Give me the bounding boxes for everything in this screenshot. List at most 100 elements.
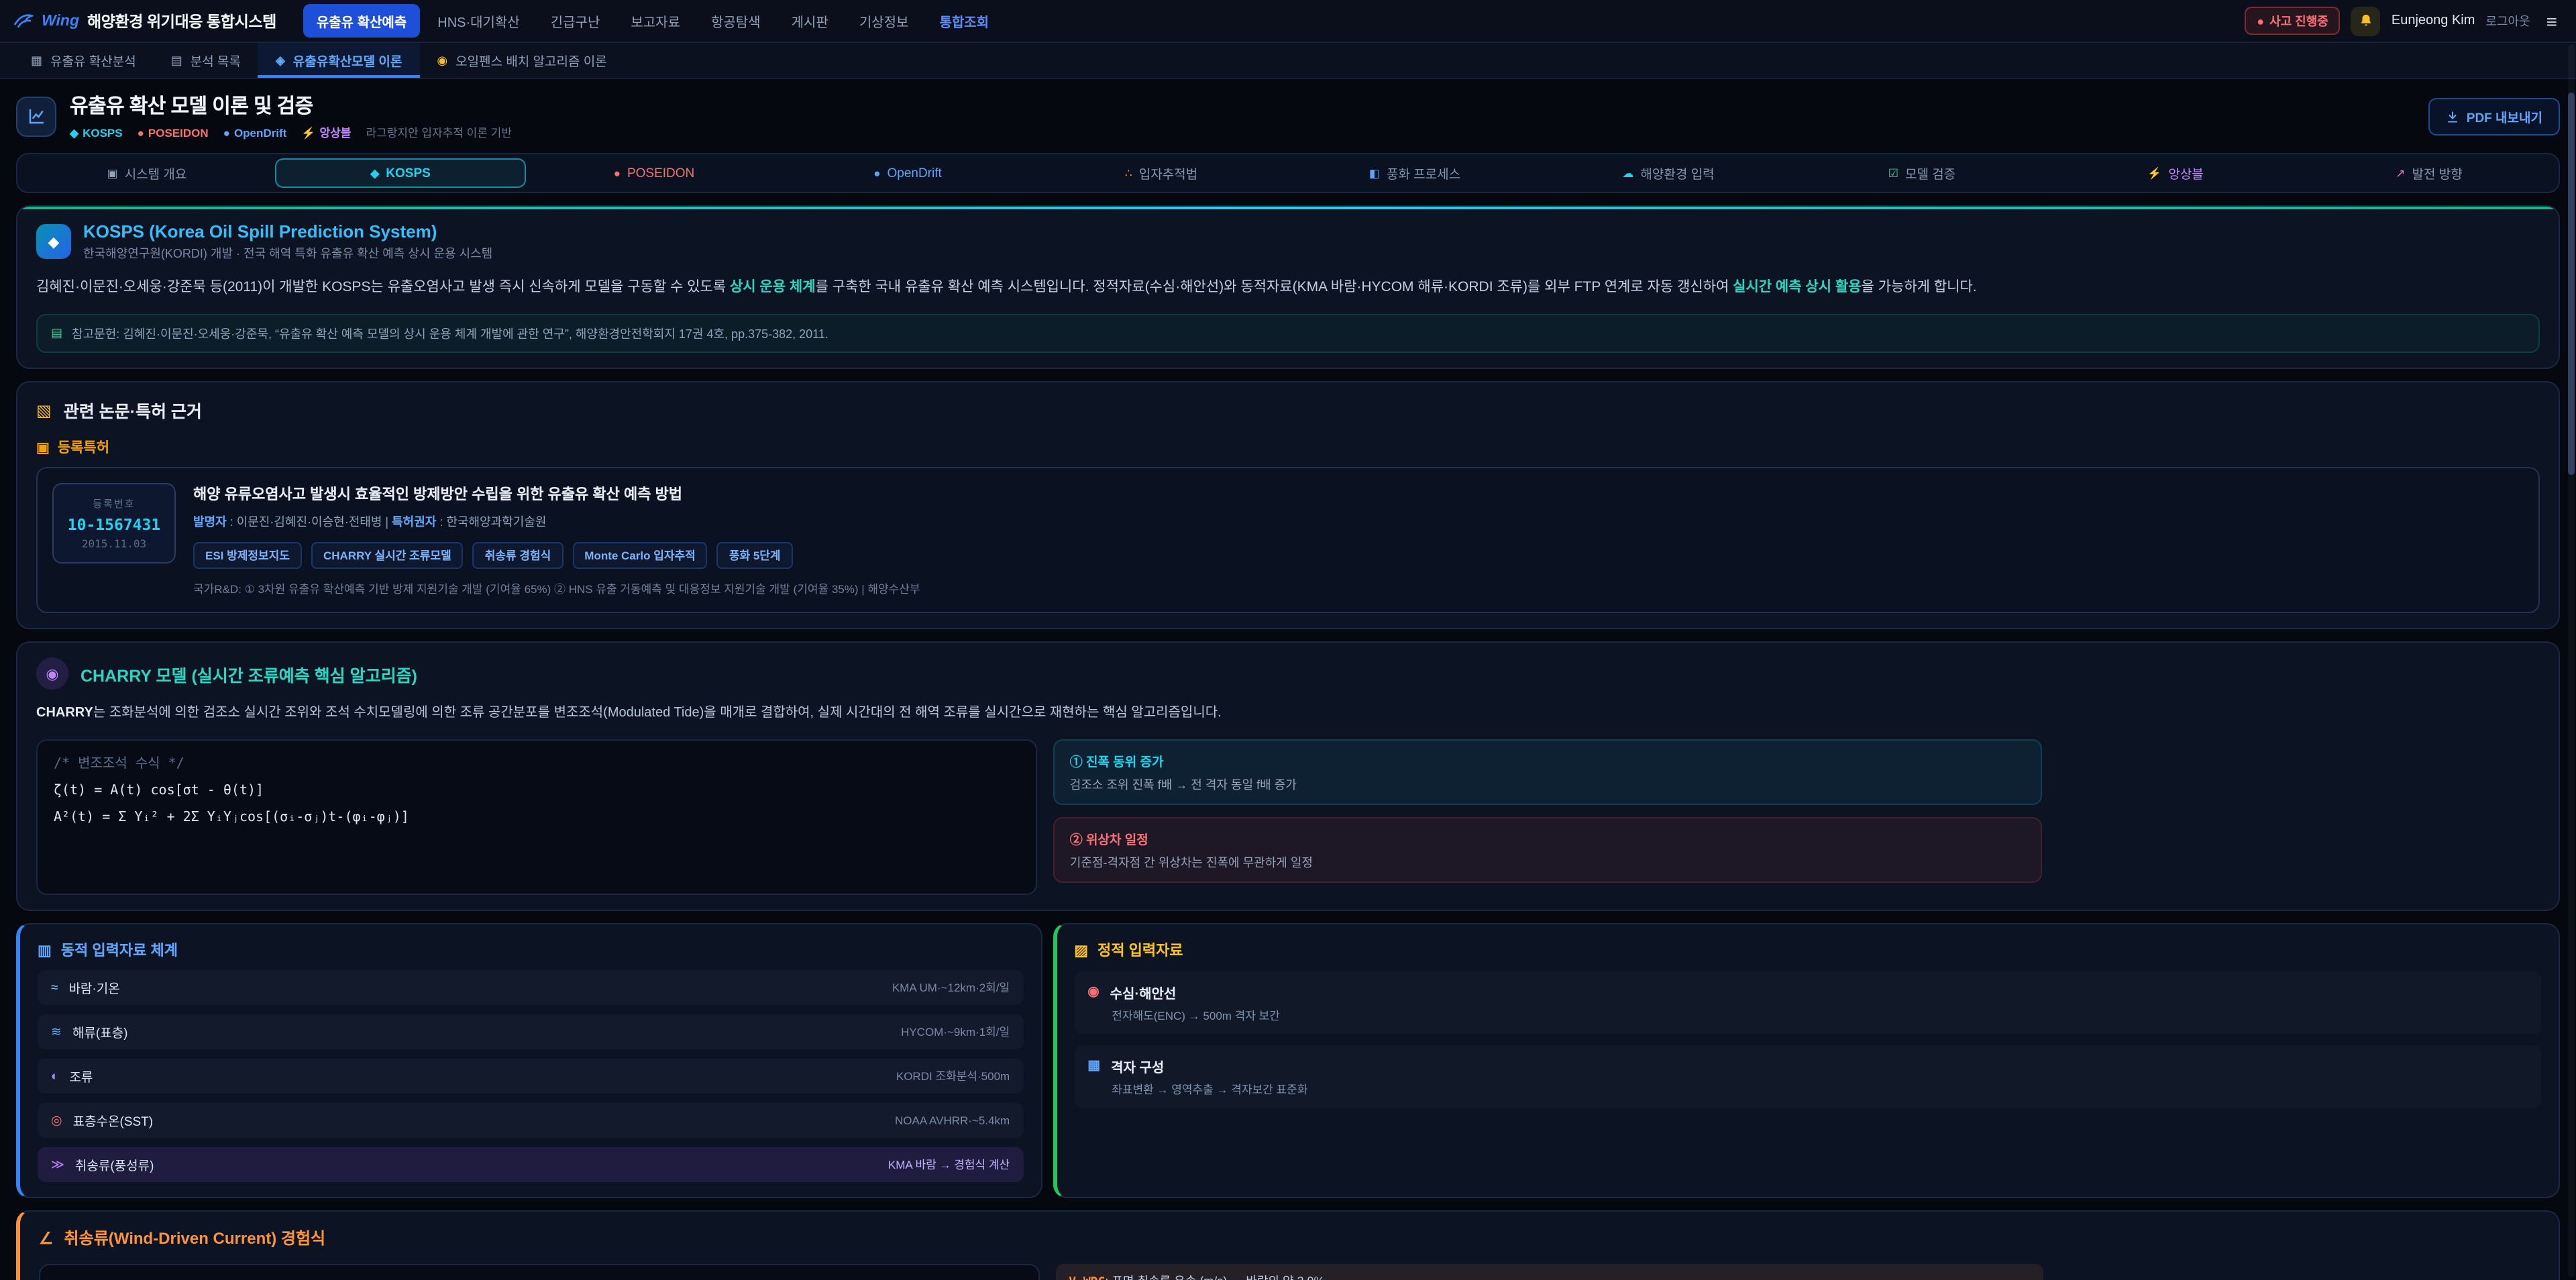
dynamic-row-wind: ≈바람·기온 KMA UM·~12km·2회/일 [38,971,1023,1006]
dynamic-row-wdc: ≫취송류(풍성류) KMA 바람 → 경험식 계산 [38,1148,1023,1183]
amplitude-note: ① 진폭 동위 증가 검조소 조위 진폭 f배 → 전 격자 동일 f배 증가 [1054,740,2043,806]
subtab-model-theory[interactable]: ◈ 유출유확산모델 이론 [258,43,419,78]
tab-ensemble[interactable]: ⚡앙상블 [2050,158,2301,188]
item-description: 좌표변환 → 영역추출 → 격자보간 표준화 [1087,1082,2528,1098]
box-icon: ▨ [1074,942,1088,959]
tag-weathering-stages: 풍화 5단계 [717,543,793,570]
page-header: 유출유 확산 모델 이론 및 검증 ◆KOSPS ●POSEIDON ●Open… [0,79,2576,150]
static-item-grid: ▦격자 구성 좌표변환 → 영역추출 → 격자보간 표준화 [1074,1046,2541,1109]
code-comment: /* 취송류 유속 (이·강, 2000) */ [56,1277,1022,1280]
dynamic-inputs-title: 동적 입력자료 체계 [61,940,178,961]
wdc-section-title: 취송류(Wind-Driven Current) 경험식 [64,1227,326,1250]
dot-icon: ● [614,166,621,180]
subtab-label: 분석 목록 [191,51,241,70]
chart-icon: ▥ [38,942,52,959]
badge-label: OpenDrift [234,126,286,140]
kosps-body-text: 을 가능하게 합니다. [1862,279,1977,295]
nav-item-oil-spill-prediction[interactable]: 유출유 확산예측 [303,4,420,38]
tab-system-overview[interactable]: ▣시스템 개요 [21,158,272,188]
dynamic-inputs-card: ▥ 동적 입력자료 체계 ≈바람·기온 KMA UM·~12km·2회/일 ≋해… [16,924,1042,1199]
subtab-boom-algorithm-theory[interactable]: ◉ 오일펜스 배치 알고리즘 이론 [419,43,624,78]
badge-label: KOSPS [83,125,123,139]
registration-number: 10-1567431 [62,516,166,535]
brand-home-link[interactable]: Wing 해양환경 위기대응 통합시스템 [13,10,276,32]
note-body: 기준점-격자점 간 위상차는 진폭에 무관하게 일정 [1070,854,2027,871]
tab-particle-tracking[interactable]: ∴ 입자추적법 [1036,158,1287,188]
particles-icon: ∴ [1125,166,1132,180]
kosps-section-subtitle: 한국해양연구원(KORDI) 개발 · 전국 해역 특화 유출유 확산 예측 상… [83,244,492,262]
top-navigation-bar: Wing 해양환경 위기대응 통합시스템 유출유 확산예측 HNS·대기확산 긴… [0,0,2576,43]
dot-icon: ● [873,166,880,180]
tab-model-validation[interactable]: ☑모델 검증 [1796,158,2047,188]
tab-opendrift[interactable]: ●OpenDrift [782,158,1033,188]
item-description: 전자해도(ENC) → 500m 격자 보간 [1087,1008,2528,1024]
nav-item-board[interactable]: 게시판 [778,4,842,38]
incident-status-badge[interactable]: ● 사고 진행중 [2245,7,2341,35]
nav-item-emergency-rescue[interactable]: 긴급구난 [537,4,614,38]
subtab-spill-analysis[interactable]: ▦ 유출유 확산분석 [13,43,154,78]
formula-line: A²(t) = Σ Yᵢ² + 2Σ YᵢYⱼcos[(σᵢ-σⱼ)t-(φᵢ-… [54,806,1020,833]
incident-dot-icon: ● [2257,14,2264,28]
kosps-description: 김혜진·이문진·오세웅·강준묵 등(2011)이 개발한 KOSPS는 유출오염… [36,275,2540,300]
tab-kosps[interactable]: ◆KOSPS [275,158,526,188]
note-body: 검조소 조위 진폭 f배 → 전 격자 동일 f배 증가 [1070,776,2027,794]
notifications-button[interactable] [2351,6,2381,36]
wdc-section: ∠ 취송류(Wind-Driven Current) 경험식 /* 취송류 유속… [16,1211,2560,1280]
row-label: 바람·기온 [68,979,119,998]
patent-item[interactable]: 등록번호 10-1567431 2015.11.03 해양 유류오염사고 발생시… [36,468,2540,614]
tab-label: 시스템 개요 [125,164,187,182]
diamond-icon: ◆ [70,125,78,139]
nav-item-integrated-search[interactable]: 통합조회 [926,4,1002,38]
note-title: ① 진폭 동위 증가 [1070,752,2027,771]
scrollbar-thumb[interactable] [2568,93,2575,475]
tab-label: 입자추적법 [1139,164,1197,182]
item-label: 수심·해안선 [1110,983,1177,1003]
nav-item-reports[interactable]: 보고자료 [617,4,694,38]
tab-future-direction[interactable]: ↗발전 방향 [2304,158,2555,188]
assignee-label: 특허권자 [392,516,436,529]
tab-ocean-env-input[interactable]: ☁해양환경 입력 [1543,158,1794,188]
tab-poseidon[interactable]: ●POSEIDON [529,158,780,188]
app-window: Wing 해양환경 위기대응 통합시스템 유출유 확산예측 HNS·대기확산 긴… [0,0,2576,1280]
nav-item-hns-atmospheric[interactable]: HNS·대기확산 [424,4,533,38]
sub-tab-bar: ▦ 유출유 확산분석 ▤ 분석 목록 ◈ 유출유확산모델 이론 ◉ 오일펜스 배… [0,43,2576,79]
line-chart-icon [26,106,46,126]
tag-charry-model: CHARRY 실시간 조류모델 [311,543,464,570]
wind-driven-current-icon: ≫ [51,1158,64,1173]
patents-section: ▧ 관련 논문·특허 근거 ▣ 등록특허 등록번호 10-1567431 201… [16,382,2560,630]
vertical-scrollbar[interactable] [2568,44,2575,1277]
inventors-value: : 이문진·김혜진·이승현·전태병 | [227,516,392,529]
charry-strong: CHARRY [36,706,93,721]
pdf-download-icon [2447,109,2460,123]
wdc-speed-note: V_WDC: 표면 취송류 유속 (m/s) — 바람의 약 2.9% [1055,1265,2043,1280]
list-icon: ▤ [171,53,182,68]
tab-weathering-process[interactable]: ◧풍화 프로세스 [1289,158,1540,188]
logout-button[interactable]: 로그아웃 [2485,12,2530,30]
hamburger-menu-icon[interactable]: ≡ [2541,10,2563,32]
page-title: 유출유 확산 모델 이론 및 검증 [70,91,512,119]
opendrift-badge: ●OpenDrift [223,126,287,140]
kosps-diamond-icon: ◆ [36,224,71,259]
patent-badge-icon: ▣ [36,440,50,456]
dynamic-row-sst: ◎표층수온(SST) NOAA AVHRR·~5.4km [38,1104,1023,1138]
nav-item-weather-info[interactable]: 기상정보 [846,4,922,38]
kosps-body-text: 김혜진·이문진·오세웅·강준묵 등(2011)이 개발한 KOSPS는 유출오염… [36,279,730,295]
row-label: 조류 [70,1067,93,1086]
modulated-tide-formula-block: /* 변조조석 수식 */ ζ(t) = A(t) cos[σt - θ(t)]… [36,740,1038,896]
patents-section-title: 관련 논문·특허 근거 [64,398,202,423]
kosps-highlight: 실시간 예측 상시 활용 [1733,279,1861,295]
group-label-text: 등록특허 [58,438,109,458]
tab-label: 풍화 프로세스 [1387,164,1460,182]
dynamic-row-current: ≋해류(표층) HYCOM·~9km·1회/일 [38,1015,1023,1050]
main-menu: 유출유 확산예측 HNS·대기확산 긴급구난 보고자료 항공탐색 게시판 기상정… [303,4,2231,38]
reference-box: ▤ 참고문헌: 김혜진·이문진·오세웅·강준묵, “유출유 확산 예측 모델의 … [36,315,2540,354]
lightning-icon: ⚡ [2147,166,2161,180]
subtab-analysis-list[interactable]: ▤ 분석 목록 [154,43,258,78]
pdf-export-button[interactable]: PDF 내보내기 [2429,97,2560,135]
tab-label: KOSPS [386,166,431,180]
badge-label: 앙상블 [320,126,352,140]
phase-note: ② 위상차 일정 기준점-격자점 간 위상차는 진폭에 무관하게 일정 [1054,818,2043,884]
tag-monte-carlo: Monte Carlo 입자추적 [572,543,708,570]
nav-item-aerial-search[interactable]: 항공탐색 [698,4,774,38]
wind-icon: ≈ [51,981,58,996]
